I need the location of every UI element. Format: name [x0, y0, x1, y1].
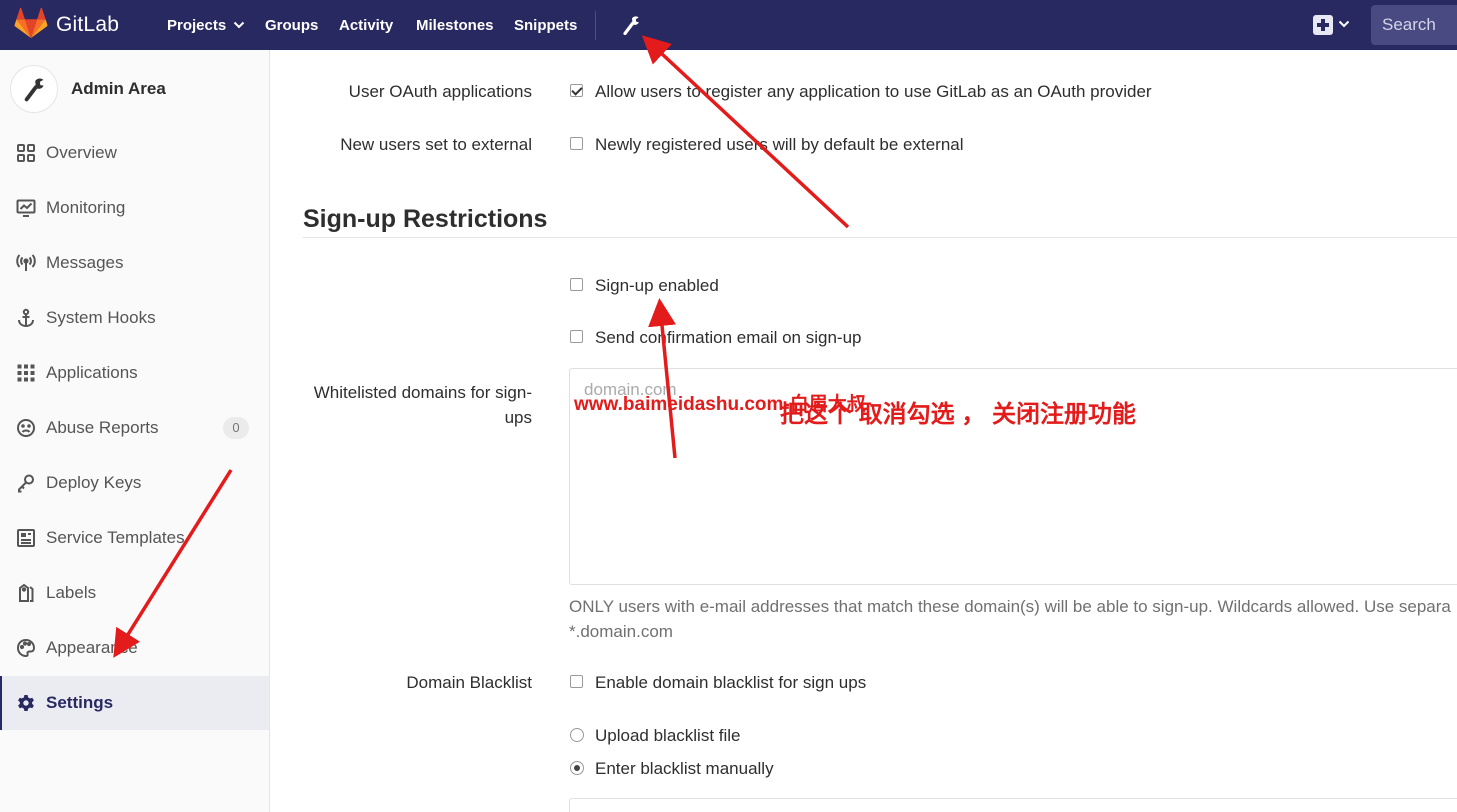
upload-blacklist-text[interactable]: Upload blacklist file — [595, 726, 741, 746]
whitelist-help-line: *.domain.com — [569, 622, 673, 641]
nav-milestones[interactable]: Milestones — [416, 17, 494, 34]
blacklist-label: Domain Blacklist — [406, 673, 532, 692]
gear-icon — [16, 693, 36, 713]
sidebar-item-label: Labels — [46, 583, 97, 602]
abuse-reports-count-badge: 0 — [223, 417, 249, 439]
external-label: New users set to external — [340, 135, 532, 154]
label-icon — [16, 583, 36, 603]
sidebar-item-overview[interactable]: Overview — [0, 126, 269, 180]
section-divider — [303, 237, 1457, 238]
admin-area-header[interactable]: Admin Area — [10, 64, 166, 114]
sidebar-item-monitoring[interactable]: Monitoring — [0, 181, 269, 235]
sidebar-item-applications[interactable]: Applications — [0, 346, 269, 400]
admin-area-avatar — [10, 65, 58, 113]
arrow-to-wrench — [641, 35, 850, 229]
chevron-down-icon[interactable] — [1338, 19, 1350, 29]
monitoring-icon — [16, 198, 36, 218]
sidebar-item-label: Appearance — [46, 638, 138, 657]
sidebar-item-abuse-reports[interactable]: Abuse Reports 0 — [0, 401, 269, 455]
oauth-checkbox[interactable] — [570, 84, 583, 97]
search-input[interactable] — [1371, 5, 1457, 45]
nav-projects[interactable]: Projects — [167, 17, 245, 34]
admin-sidebar: Admin Area Overview Monitoring Messages … — [0, 50, 270, 812]
sidebar-item-label: Applications — [46, 363, 138, 382]
search-box[interactable] — [1371, 5, 1457, 45]
sidebar-item-labels[interactable]: Labels — [0, 566, 269, 620]
oauth-option-text[interactable]: Allow users to register any application … — [595, 82, 1152, 102]
sidebar-item-label: Settings — [46, 693, 114, 712]
nav-divider — [595, 11, 596, 40]
sidebar-item-label: Messages — [46, 253, 124, 272]
manual-blacklist-text[interactable]: Enter blacklist manually — [595, 759, 774, 779]
sidebar-item-label: Monitoring — [46, 198, 126, 217]
manual-blacklist-radio[interactable] — [570, 761, 584, 775]
sidebar-item-label: System Hooks — [46, 308, 156, 327]
sidebar-item-appearance[interactable]: Appearance — [0, 621, 269, 675]
wrench-icon — [24, 78, 44, 102]
sidebar-item-deploy-keys[interactable]: Deploy Keys — [0, 456, 269, 510]
oauth-label: User OAuth applications — [348, 82, 532, 101]
sidebar-item-messages[interactable]: Messages — [0, 236, 269, 290]
blacklist-textarea[interactable] — [569, 798, 1457, 812]
wrench-icon[interactable] — [622, 15, 640, 35]
gitlab-home-link[interactable]: GitLab — [14, 7, 120, 44]
sidebar-item-label: Service Templates — [46, 528, 185, 547]
gitlab-logo-icon — [14, 7, 48, 44]
sidebar-item-system-hooks[interactable]: System Hooks — [0, 291, 269, 345]
anchor-icon — [16, 308, 36, 328]
admin-area-title: Admin Area — [71, 79, 166, 98]
external-checkbox[interactable] — [570, 137, 583, 150]
nav-projects-label: Projects — [167, 17, 227, 34]
template-icon — [16, 528, 36, 548]
nav-activity[interactable]: Activity — [339, 17, 393, 34]
sidebar-item-service-templates[interactable]: Service Templates — [0, 511, 269, 565]
palette-icon — [16, 638, 36, 658]
nav-groups[interactable]: Groups — [265, 17, 318, 34]
frown-icon — [16, 418, 36, 438]
signup-enabled-text[interactable]: Sign-up enabled — [595, 276, 719, 296]
external-option-text[interactable]: Newly registered users will by default b… — [595, 135, 964, 155]
applications-icon — [16, 363, 36, 383]
sidebar-item-label: Overview — [46, 143, 117, 162]
nav-snippets[interactable]: Snippets — [514, 17, 577, 34]
send-confirmation-text[interactable]: Send confirmation email on sign-up — [595, 328, 861, 348]
key-icon — [16, 473, 36, 493]
overview-icon — [16, 143, 36, 163]
signup-enabled-checkbox[interactable] — [570, 278, 583, 291]
chevron-down-icon — [234, 21, 245, 29]
whitelist-help-text: ONLY users with e-mail addresses that ma… — [569, 594, 1457, 644]
whitelist-label: Whitelisted domains for sign-ups — [313, 383, 532, 427]
sidebar-item-label: Deploy Keys — [46, 473, 142, 492]
top-navbar: GitLab Projects Groups Activity Mileston… — [0, 0, 1457, 50]
broadcast-icon — [16, 253, 36, 273]
annotation-note: 把这个 取消勾选 ， 关闭注册功能 — [780, 401, 1137, 428]
blacklist-option-text[interactable]: Enable domain blacklist for sign ups — [595, 673, 866, 693]
sidebar-item-settings[interactable]: Settings — [0, 676, 269, 730]
whitelist-help-line: ONLY users with e-mail addresses that ma… — [569, 597, 1451, 616]
brand-name: GitLab — [56, 13, 120, 36]
new-item-plus-icon[interactable] — [1313, 15, 1333, 35]
sidebar-item-label: Abuse Reports — [46, 418, 159, 437]
upload-blacklist-radio[interactable] — [570, 728, 584, 742]
blacklist-checkbox[interactable] — [570, 675, 583, 688]
send-confirmation-checkbox[interactable] — [570, 330, 583, 343]
section-title: Sign-up Restrictions — [303, 205, 548, 233]
